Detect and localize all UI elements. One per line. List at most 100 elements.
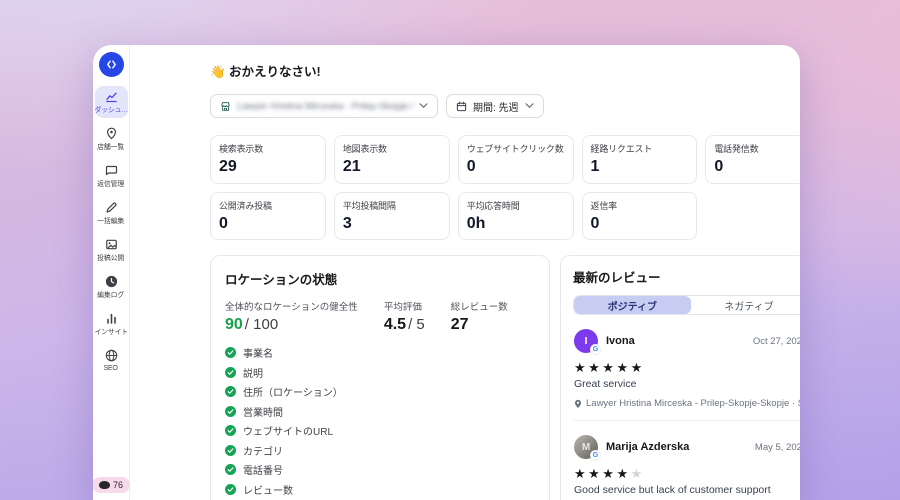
stat-card-website-clicks[interactable]: ウェブサイトクリック数 0	[457, 135, 574, 184]
stat-card-map-impressions[interactable]: 地図表示数 21	[333, 135, 450, 184]
stat-card-avg-response-time[interactable]: 平均応答時間 0h	[457, 191, 574, 241]
reviews-title: 最新のレビュー	[573, 271, 661, 286]
check-circle-icon	[225, 444, 236, 456]
location-selector[interactable]: Lawyer Hristina Mirceska - Prilep-Skopje…	[210, 94, 438, 118]
stat-card-published-posts[interactable]: 公開済み投稿 0	[210, 191, 326, 241]
location-selector-value: Lawyer Hristina Mirceska - Prilep-Skopje…	[237, 100, 413, 112]
store-icon	[221, 101, 230, 111]
google-badge-icon: G	[590, 450, 601, 462]
sidebar-item-bulk-edit[interactable]: 一括編集	[95, 197, 128, 229]
locations-icon	[105, 127, 118, 140]
avatar-initial: M	[581, 441, 591, 453]
sidebar-item-label: インサイト	[94, 327, 128, 336]
sidebar-item-label: 店舗一覧	[97, 142, 125, 151]
chevron-down-icon	[525, 103, 534, 108]
chevron-down-icon	[419, 103, 428, 108]
check-circle-icon	[225, 347, 236, 359]
calendar-icon	[456, 101, 467, 111]
metric-total-reviews: 総レビュー数 27	[450, 302, 508, 334]
seo-icon	[105, 349, 118, 362]
star-rating: ★★★★★	[574, 466, 645, 482]
pin-icon	[574, 399, 582, 408]
tab-positive[interactable]: ポジティブ	[574, 296, 691, 315]
sidebar-item-label: SEO	[103, 363, 119, 372]
sidebar-nav: ダッシュ… 店舗一覧 返信管理 一括編集 投稿公開 編集ログ インサイト SEO	[94, 86, 128, 380]
credits-count: 76	[112, 480, 124, 490]
check-circle-icon	[225, 483, 236, 495]
sidebar-item-label: 返信管理	[97, 179, 125, 188]
check-circle-icon	[225, 425, 236, 437]
metric-health: 全体的なロケーションの健全性 90/ 100	[225, 302, 358, 334]
sidebar-item-seo[interactable]: SEO	[95, 345, 128, 375]
sidebar-item-replies[interactable]: 返信管理	[95, 160, 128, 192]
welcome-heading: 👋 おかえりなさい!	[210, 65, 321, 79]
sidebar-item-insights[interactable]: インサイト	[94, 308, 128, 340]
replies-icon	[105, 164, 118, 177]
check-circle-icon	[225, 405, 236, 417]
period-selector[interactable]: 期間: 先週	[446, 94, 544, 118]
edit-log-icon	[105, 275, 118, 288]
content-columns: ロケーションの状態 全体的なロケーションの健全性 90/ 100 平均評価 4.…	[210, 255, 800, 500]
review-item[interactable]: I G Ivona Oct 27, 2025 ★★★★★ Great servi…	[573, 315, 800, 422]
period-selector-value: 期間: 先週	[473, 102, 519, 114]
desktop-background: { "colors": { "accent": "#4f46e5", "logo…	[0, 0, 900, 500]
sidebar-item-label: ダッシュ…	[94, 105, 128, 114]
check-circle-icon	[225, 386, 236, 398]
sidebar-item-edit-log[interactable]: 編集ログ	[95, 271, 128, 303]
stat-card-direction-requests[interactable]: 経路リクエスト 1	[581, 135, 698, 184]
total-reviews: 27	[450, 316, 469, 334]
check-item-business-name: 事業名	[225, 345, 535, 360]
app-logo[interactable]	[98, 52, 124, 77]
avatar: I G	[574, 329, 601, 356]
sidebar-item-label: 編集ログ	[97, 290, 125, 299]
review-tabs: ポジティブ ネガティブ	[573, 295, 800, 316]
location-status-card: ロケーションの状態 全体的なロケーションの健全性 90/ 100 平均評価 4.…	[210, 255, 550, 500]
location-status-title: ロケーションの状態	[225, 273, 338, 288]
review-date: Oct 27, 2025	[752, 335, 800, 347]
check-item-description: 説明	[225, 365, 535, 380]
sidebar-item-dashboard[interactable]: ダッシュ…	[94, 86, 128, 118]
check-item-phone: 電話番号	[225, 462, 535, 477]
filters-row: Lawyer Hristina Mirceska - Prilep-Skopje…	[210, 94, 800, 118]
check-item-category: カテゴリ	[225, 443, 535, 458]
app-window: ダッシュ… 店舗一覧 返信管理 一括編集 投稿公開 編集ログ インサイト SEO…	[93, 45, 800, 500]
review-date: May 5, 2025	[754, 441, 800, 453]
sidebar: ダッシュ… 店舗一覧 返信管理 一括編集 投稿公開 編集ログ インサイト SEO…	[93, 45, 131, 500]
sidebar-item-locations[interactable]: 店舗一覧	[95, 123, 128, 155]
stat-card-phone-calls[interactable]: 電話発信数 0	[705, 135, 800, 184]
sidebar-item-label: 一括編集	[97, 216, 125, 225]
check-item-hours: 営業時間	[225, 404, 535, 419]
posts-icon	[105, 238, 118, 251]
avatar: M G	[574, 435, 601, 462]
google-badge-icon: G	[590, 344, 601, 356]
reviews-card: 最新のレビュー ポジティブ ネガティブ I G Ivona Oct 27, 20…	[560, 255, 800, 500]
avg-rating: 4.5	[383, 316, 407, 334]
logo-glyph-icon	[106, 60, 116, 69]
check-item-address: 住所（ロケーション）	[225, 384, 535, 399]
left-column: ロケーションの状態 全体的なロケーションの健全性 90/ 100 平均評価 4.…	[210, 255, 550, 500]
credits-badge[interactable]: 76	[93, 477, 131, 493]
tab-negative[interactable]: ネガティブ	[691, 296, 800, 314]
review-text: Great service	[574, 378, 637, 391]
avatar-initial: I	[584, 335, 588, 347]
health-checklist: 事業名 説明 住所（ロケーション） 営業時間 ウェブサイトのURL カテゴリ 電…	[225, 345, 535, 497]
review-item[interactable]: M G Marija Azderska May 5, 2025 ★★★★★ Go…	[573, 421, 800, 500]
check-circle-icon	[225, 464, 236, 476]
sidebar-item-posts[interactable]: 投稿公開	[95, 234, 128, 266]
stat-card-reply-rate[interactable]: 返信率 0	[581, 191, 698, 241]
reviewer-name: Ivona	[606, 335, 635, 348]
check-item-review-count: レビュー数	[225, 482, 535, 497]
check-circle-icon	[225, 366, 236, 378]
check-item-website-url: ウェブサイトのURL	[225, 423, 535, 438]
insights-icon	[105, 312, 118, 325]
bulk-edit-icon	[105, 201, 118, 214]
stat-card-search-impressions[interactable]: 検索表示数 29	[210, 135, 326, 184]
stats-grid: 検索表示数 29 地図表示数 21 ウェブサイトクリック数 0 経路リクエスト 1 電話…	[210, 135, 800, 241]
health-score: 90	[225, 316, 243, 334]
review-location: Lawyer Hristina Mirceska - Prilep-Skopje…	[574, 398, 800, 409]
stat-card-avg-post-interval[interactable]: 平均投稿間隔 3	[333, 191, 450, 241]
metric-avg-rating: 平均評価 4.5/ 5	[383, 302, 425, 334]
dashboard-icon	[105, 90, 118, 103]
review-text: Good service but lack of customer suppor…	[574, 484, 771, 497]
star-rating: ★★★★★	[574, 360, 645, 376]
